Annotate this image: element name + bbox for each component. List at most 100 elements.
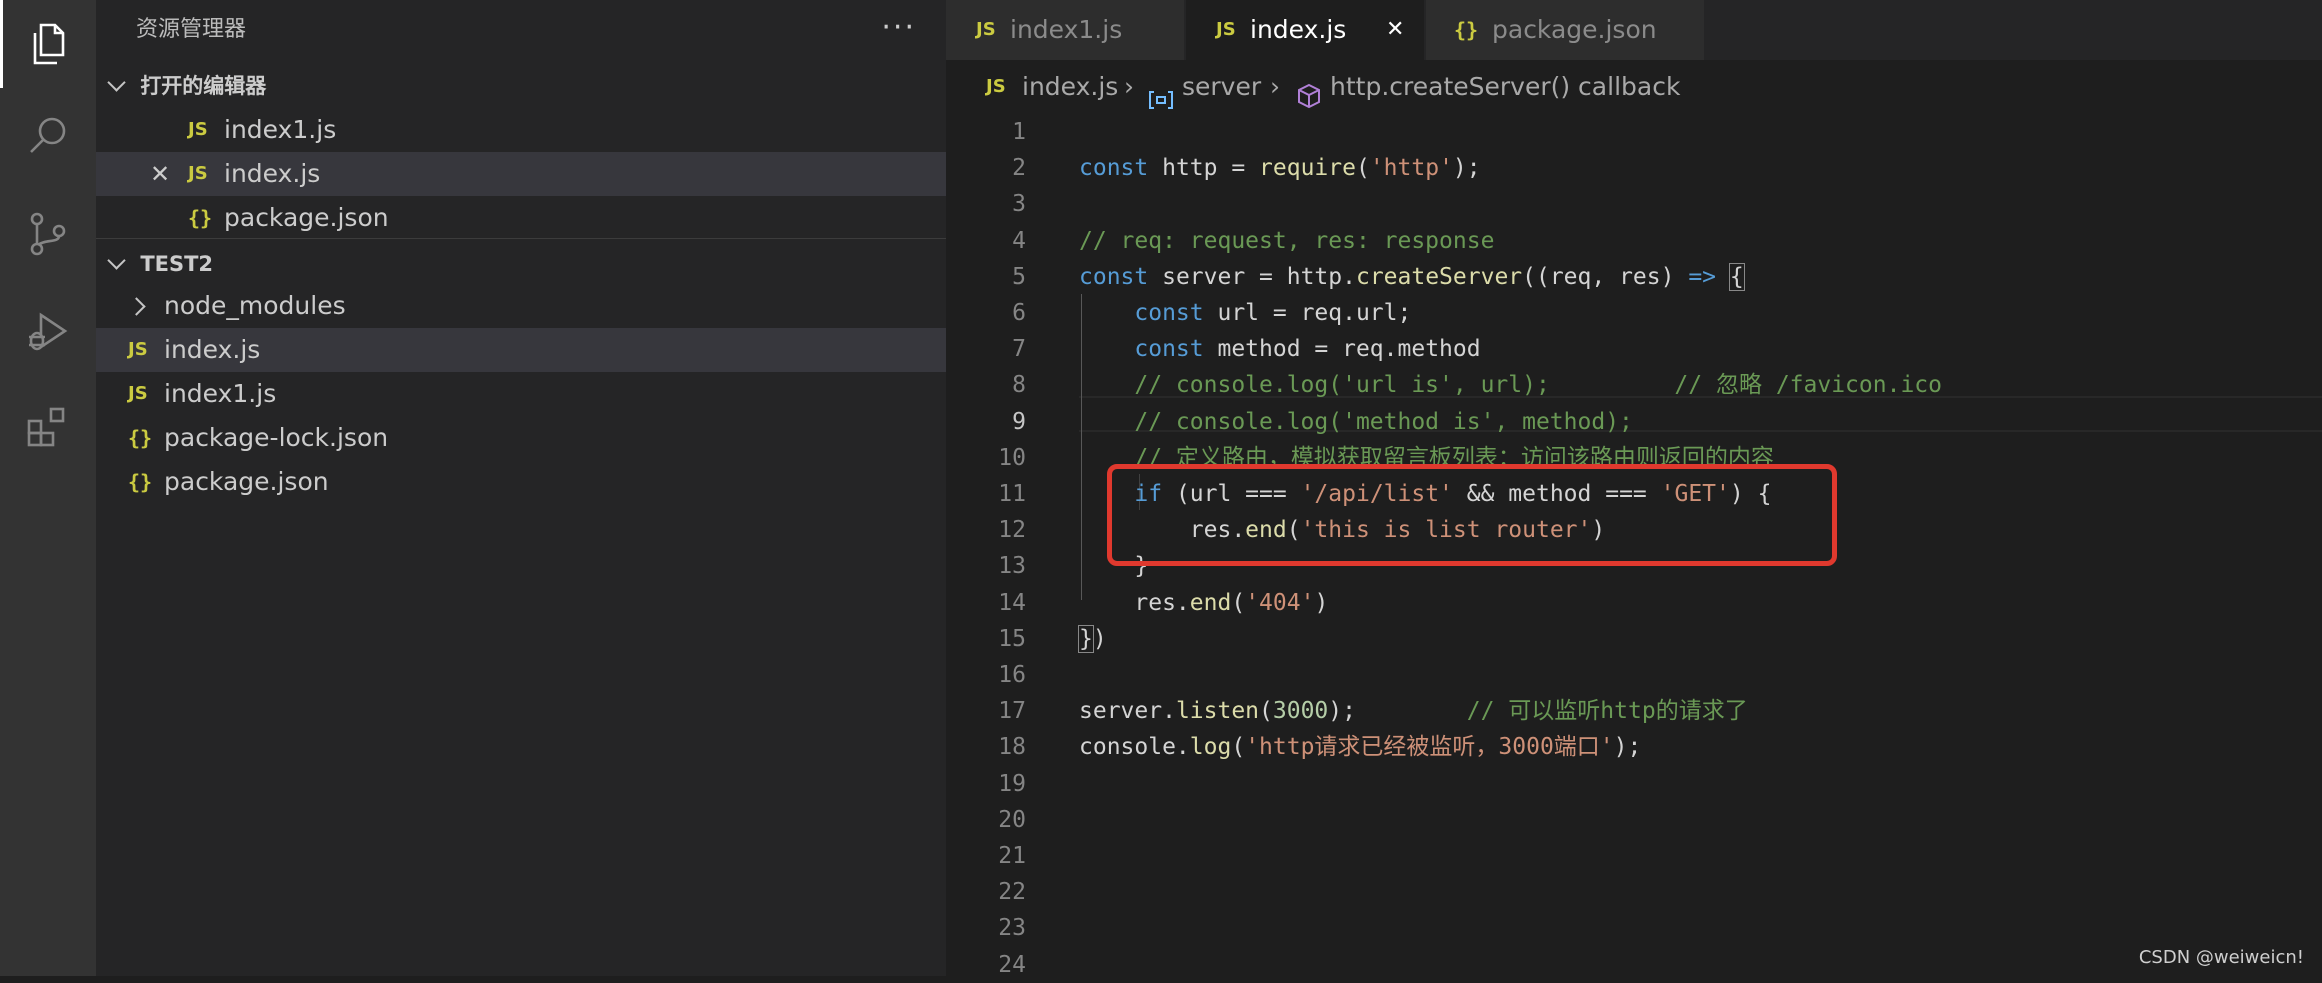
run-debug-icon[interactable] xyxy=(0,288,96,376)
line-number: 3 xyxy=(1012,191,1026,218)
close-icon[interactable]: ✕ xyxy=(1386,0,1404,60)
variable-symbol-icon xyxy=(1148,76,1174,109)
code-token: ( xyxy=(1231,734,1246,761)
line-number: 2 xyxy=(1012,155,1026,182)
explorer-sidebar: 资源管理器 ··· 打开的编辑器 JS index1.js ✕ JS index… xyxy=(96,0,946,976)
file-item[interactable]: JS index.js xyxy=(96,328,946,372)
tab-index1-js[interactable]: JS index1.js xyxy=(946,0,1184,60)
line-number: 18 xyxy=(998,734,1026,761)
search-icon[interactable] xyxy=(0,92,96,180)
red-annotation-box xyxy=(1107,464,1837,566)
more-actions-icon[interactable]: ··· xyxy=(881,0,916,60)
line-number: 16 xyxy=(998,662,1026,688)
section-label: TEST2 xyxy=(140,252,214,276)
code-token: const xyxy=(1079,155,1149,182)
section-open-editors[interactable]: 打开的编辑器 xyxy=(96,66,946,106)
code-line: res.end('404') xyxy=(1079,585,1328,621)
line-number: 1 xyxy=(1012,119,1026,145)
breadcrumb-symbol[interactable]: server xyxy=(1182,60,1261,114)
folder-item[interactable]: node_modules xyxy=(96,284,946,328)
file-item[interactable]: {} package.json xyxy=(96,460,946,504)
method-cube-icon xyxy=(1296,74,1322,109)
js-file-icon: JS xyxy=(188,119,208,140)
breadcrumb-separator: › xyxy=(1124,72,1134,101)
code-line: // console.log('url is', url); // 忽略 /fa… xyxy=(1079,367,1942,403)
tab-label: package.json xyxy=(1492,15,1657,44)
sidebar-title: 资源管理器 xyxy=(136,17,247,42)
line-number: 21 xyxy=(998,843,1026,869)
code-token: ((req, res) xyxy=(1522,263,1689,290)
code-token: } xyxy=(1078,624,1094,653)
line-number: 9 xyxy=(1012,408,1026,435)
chevron-right-icon xyxy=(127,297,146,316)
line-number: 6 xyxy=(1012,300,1026,326)
line-number: 22 xyxy=(998,879,1026,906)
json-file-icon: {} xyxy=(128,426,153,450)
line-number: 4 xyxy=(1012,227,1026,254)
close-icon[interactable]: ✕ xyxy=(150,152,170,196)
json-file-icon: {} xyxy=(188,206,213,230)
editor-tab-bar: JS index1.js JS index.js ✕ {} package.js… xyxy=(946,0,2322,60)
tab-package-json[interactable]: {} package.json xyxy=(1426,0,1704,60)
code-token: createServer xyxy=(1355,263,1523,290)
code-token: http = xyxy=(1148,155,1260,182)
line-number: 10 xyxy=(998,444,1026,471)
code-line: // console.log('method is', method); xyxy=(1079,404,1633,440)
code-token: 'http请求已经被监听，3000端口' xyxy=(1245,734,1614,761)
code-token: server. xyxy=(1079,698,1176,725)
code-token: server = http. xyxy=(1148,263,1356,290)
code-token: const xyxy=(1079,263,1149,290)
file-name: package-lock.json xyxy=(164,423,389,452)
code-token: // console.log('method is', method); xyxy=(1134,408,1633,435)
tab-label: index.js xyxy=(1250,15,1347,44)
js-file-icon: JS xyxy=(128,339,148,360)
line-number: 15 xyxy=(998,625,1026,652)
code-line: }) xyxy=(1078,621,1107,657)
js-file-icon: JS xyxy=(986,76,1006,97)
line-number: 14 xyxy=(998,589,1026,616)
code-token: const xyxy=(1134,300,1204,326)
js-file-icon: JS xyxy=(128,383,148,404)
code-token: end xyxy=(1189,589,1232,616)
code-line: const url = req.url; xyxy=(1079,295,1411,331)
code-token: { xyxy=(1728,262,1745,291)
code-line: server.listen(3000); // 可以监听http的请求了 xyxy=(1079,693,1748,729)
open-editor-item[interactable]: ✕ JS index.js xyxy=(96,152,946,196)
file-name: index.js xyxy=(164,335,261,364)
file-name: package.json xyxy=(164,467,329,496)
breadcrumb: JS index.js › server › http.createServer… xyxy=(946,60,2322,114)
code-token: ( xyxy=(1355,155,1370,182)
chevron-down-icon xyxy=(107,251,126,270)
code-token: ); xyxy=(1452,155,1481,182)
code-token: // 可以监听http的请求了 xyxy=(1466,698,1748,725)
code-token: => xyxy=(1688,263,1717,290)
code-line: const method = req.method xyxy=(1079,331,1480,367)
code-token: ( xyxy=(1259,698,1273,725)
tab-label: index1.js xyxy=(1010,15,1123,44)
open-editor-item[interactable]: JS index1.js xyxy=(96,108,946,152)
code-token: // console.log('url is', url); // 忽略 /fa… xyxy=(1134,372,1942,399)
explorer-files-icon[interactable] xyxy=(0,0,96,88)
breadcrumb-separator: › xyxy=(1270,72,1280,101)
open-editor-item[interactable]: {} package.json xyxy=(96,196,946,240)
tab-index-js[interactable]: JS index.js ✕ xyxy=(1186,0,1424,60)
file-item[interactable]: {} package-lock.json xyxy=(96,416,946,460)
code-token: console. xyxy=(1079,734,1190,761)
extensions-icon[interactable] xyxy=(0,384,96,472)
breadcrumb-symbol[interactable]: http.createServer() callback xyxy=(1330,60,1680,114)
code-token: ) xyxy=(1092,625,1107,652)
code-token: 'http' xyxy=(1369,155,1453,182)
folder-name: node_modules xyxy=(164,291,346,320)
line-number: 7 xyxy=(1012,336,1026,363)
source-control-icon[interactable] xyxy=(0,190,96,278)
code-token: const xyxy=(1134,336,1204,363)
breadcrumb-file[interactable]: index.js xyxy=(1022,60,1118,114)
file-item[interactable]: JS index1.js xyxy=(96,372,946,416)
line-number: 12 xyxy=(998,517,1026,544)
section-project[interactable]: TEST2 xyxy=(96,244,946,284)
code-token: ( xyxy=(1231,589,1246,616)
line-number: 23 xyxy=(998,915,1026,942)
